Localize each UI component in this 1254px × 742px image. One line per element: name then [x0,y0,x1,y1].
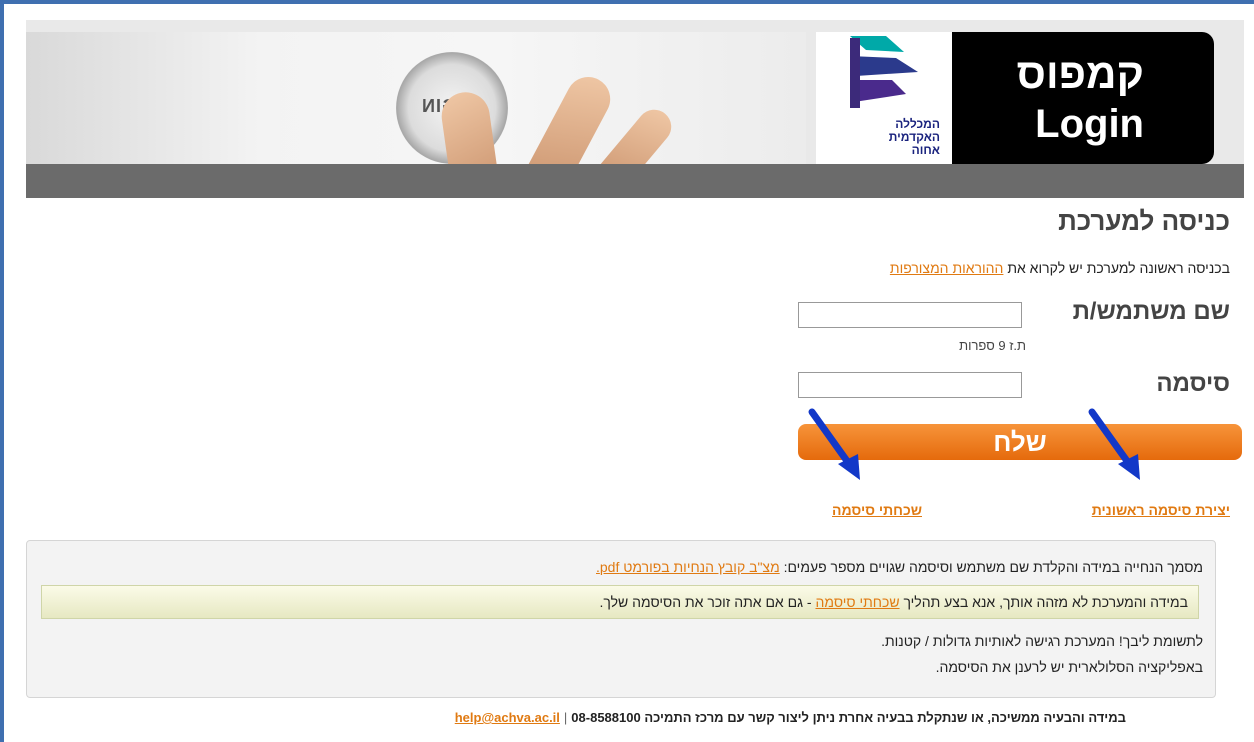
password-input[interactable] [798,372,1022,398]
highlight-notice: במידה והמערכת לא מזהה אותך, אנא בצע תהלי… [41,585,1199,619]
intro-label: בכניסה ראשונה למערכת יש לקרוא את [1007,260,1230,276]
college-name: המכללה האקדמית אחוה [889,118,940,157]
college-logo-icon [850,36,918,108]
support-email-link[interactable]: help@achva.ac.il [455,710,560,725]
guide-pdf-link[interactable]: מצ"ב קובץ הנחיות בפורמט pdf. [596,559,780,575]
guide-line: מסמך הנחייה במידה והקלדת שם משתמש וסיסמה… [596,559,1203,575]
password-label: סיסמה [1156,370,1230,397]
finger-illustration [518,69,618,164]
frame-left-edge [0,0,4,742]
footer-separator: | [563,710,568,725]
college-name-line: אחוה [911,143,940,157]
support-footer: במידה והבעיה ממשיכה, או שנתקלת בבעיה אחר… [455,710,1126,725]
highlight-suffix: - גם אם אתה זוכר את הסיסמה שלך. [599,594,812,610]
intro-text: בכניסה ראשונה למערכת יש לקרוא את ההוראות… [890,260,1230,276]
support-text: במידה והבעיה ממשיכה, או שנתקלת בבעיה אחר… [644,710,1126,725]
username-input[interactable] [798,302,1022,328]
create-password-link[interactable]: יצירת סיסמה ראשונית [1092,502,1230,518]
highlight-forgot-link[interactable]: שכחתי סיסמה [815,594,899,610]
top-strip [4,4,1254,14]
mobile-note: באפליקציה הסלולארית יש לרענן את הסיסמה. [935,659,1203,675]
highlight-text: במידה והמערכת לא מזהה אותך, אנא בצע תהלי… [600,594,1188,610]
login-panel: כניסה למערכת בכניסה ראשונה למערכת יש לקר… [26,198,1244,742]
username-hint: ת.ז 9 ספרות [959,338,1026,353]
campus-login-box: קמפוס Login [952,32,1214,164]
campus-title: קמפוס [1016,50,1144,97]
username-label: שם משתמש/ת [1072,298,1230,325]
support-phone: 08-8588100 [571,710,641,725]
campus-login-label: Login [1035,102,1144,146]
arrow-icon [808,408,860,480]
college-logo: המכללה האקדמית אחוה [816,32,952,164]
page-title: כניסה למערכת [1058,206,1230,236]
case-sensitive-note: לתשומת ליבך! המערכת רגישה לאותיות גדולות… [881,633,1203,649]
arrow-icon [1088,408,1140,480]
forgot-password-link[interactable]: שכחתי סיסמה [832,502,922,518]
guide-text: מסמך הנחייה במידה והקלדת שם משתמש וסיסמה… [783,559,1203,575]
header-banner: LOGIN המכללה האקדמית אחוה קמפוס Login [26,20,1244,198]
highlight-prefix: במידה והמערכת לא מזהה אותך, אנא בצע תהלי… [903,594,1188,610]
instructions-link[interactable]: ההוראות המצורפות [890,260,1004,276]
notice-box: מסמך הנחייה במידה והקלדת שם משתמש וסיסמה… [26,540,1216,698]
header-photo: LOGIN [26,32,806,164]
